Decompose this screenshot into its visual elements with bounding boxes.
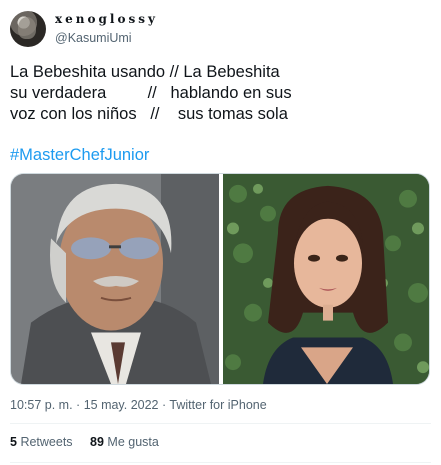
photo-left-image	[11, 174, 219, 384]
tweet-line-2: su verdadera // hablando en sus	[10, 84, 292, 102]
divider	[10, 423, 431, 424]
author-handle[interactable]: @KasumiUmi	[55, 31, 132, 45]
author-display-name[interactable]: xenoglossy	[55, 12, 158, 26]
tweet-time[interactable]: 10:57 p. m.	[10, 398, 73, 412]
hashtag-link[interactable]: #MasterChefJunior	[10, 146, 149, 165]
tweet-header: xenoglossy @KasumiUmi	[10, 11, 430, 47]
media-grid	[10, 173, 430, 385]
photo-right[interactable]	[223, 174, 429, 384]
photo-left[interactable]	[11, 174, 219, 384]
tweet-meta: 10:57 p. m. · 15 may. 2022 · Twitter for…	[10, 398, 267, 412]
tweet-source[interactable]: Twitter for iPhone	[169, 398, 266, 412]
tweet-text: La Bebeshita usando // La Bebeshita su v…	[10, 62, 430, 125]
tweet-line-1: La Bebeshita usando // La Bebeshita	[10, 63, 280, 81]
tweet-date[interactable]: 15 may. 2022	[84, 398, 159, 412]
likes-stat[interactable]: 89 Me gusta	[90, 435, 159, 449]
divider	[10, 462, 431, 463]
retweets-stat[interactable]: 5 Retweets	[10, 435, 73, 449]
retweets-count: 5	[10, 435, 17, 449]
meta-separator: ·	[162, 398, 167, 412]
tweet-line-3: voz con los niños // sus tomas sola	[10, 105, 288, 123]
likes-count: 89	[90, 435, 104, 449]
likes-label: Me gusta	[107, 435, 159, 449]
retweets-label: Retweets	[20, 435, 73, 449]
avatar-portrait-icon	[18, 17, 36, 39]
photo-right-image	[223, 174, 429, 384]
meta-separator: ·	[76, 398, 81, 412]
tweet-stats: 5 Retweets 89 Me gusta	[10, 435, 173, 449]
avatar[interactable]	[10, 11, 46, 47]
